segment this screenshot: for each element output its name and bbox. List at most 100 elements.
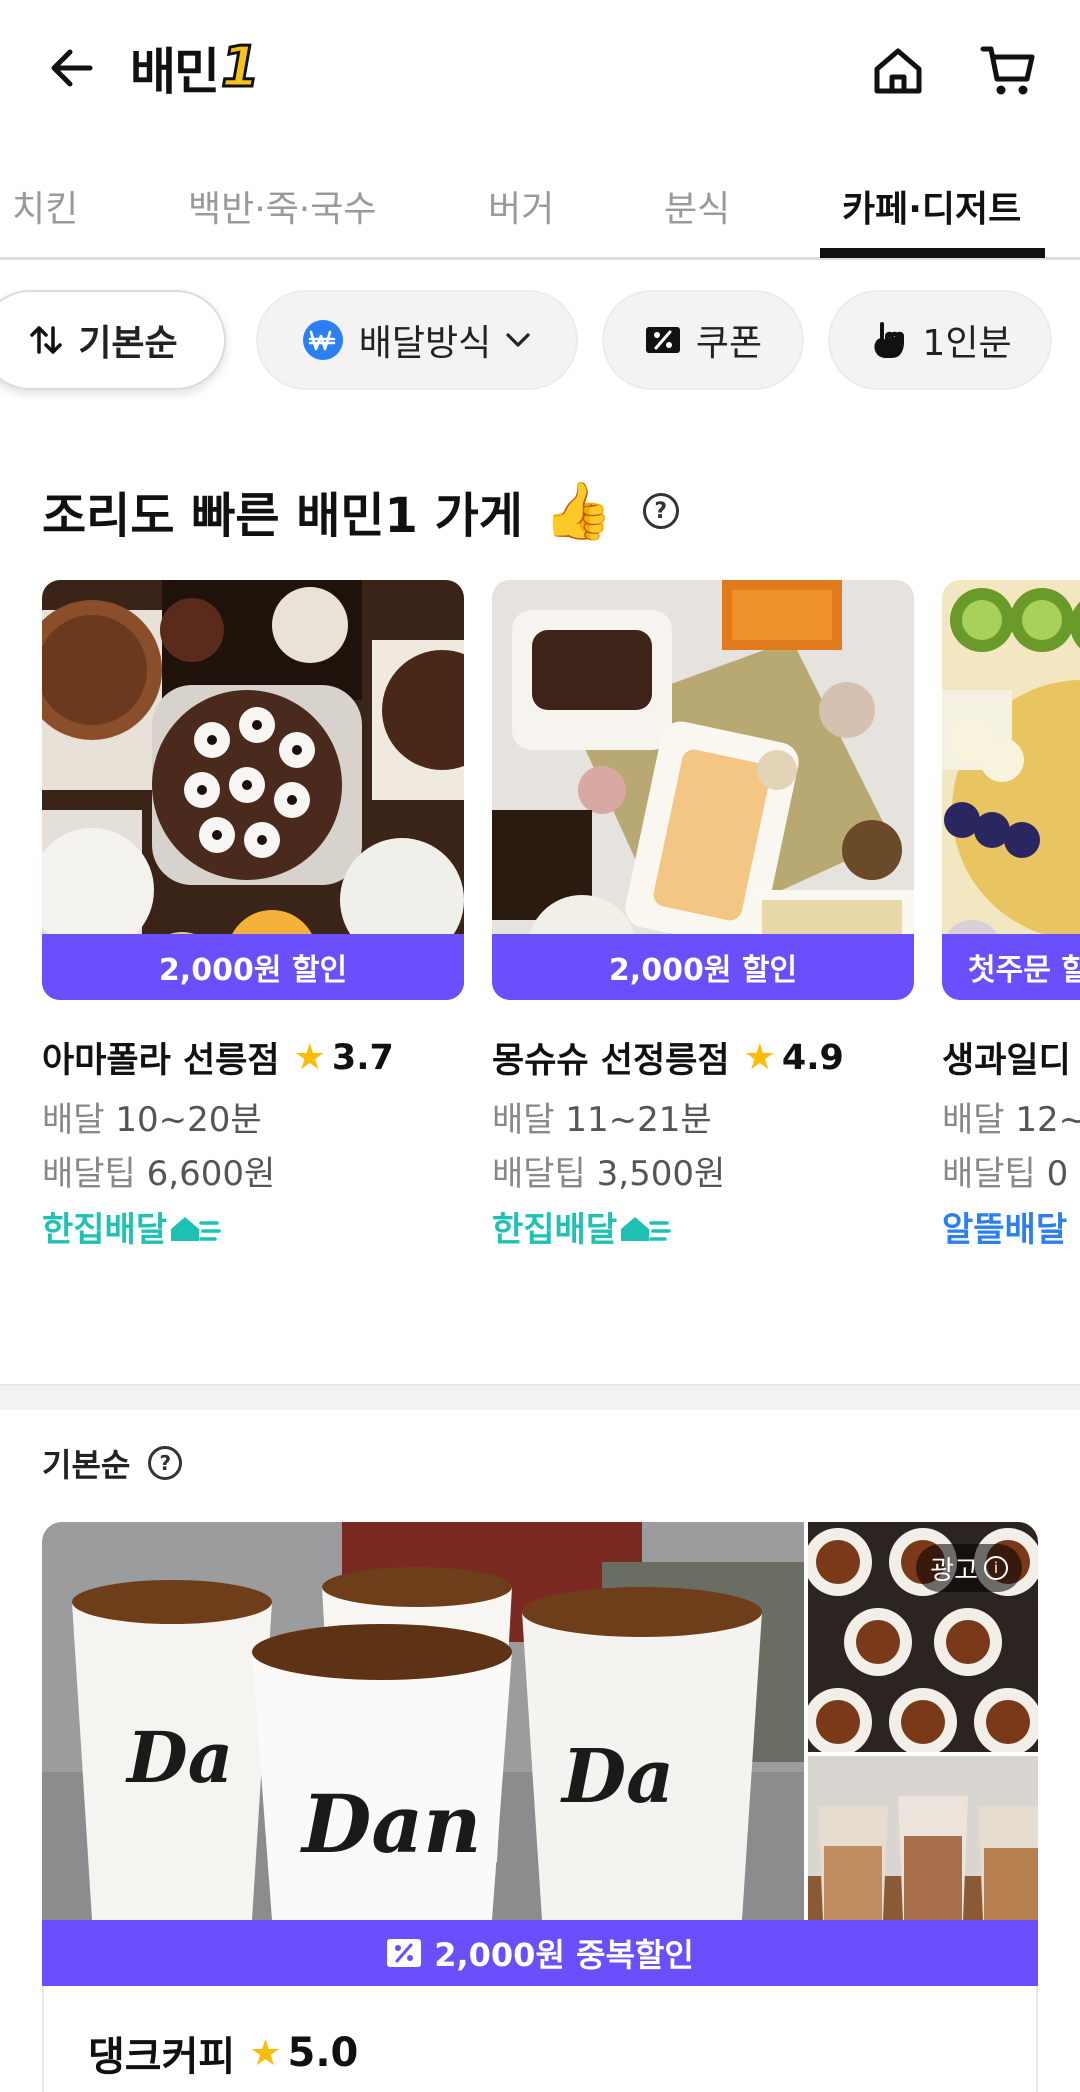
home-icon bbox=[874, 48, 922, 94]
discount-banner: 2,000원 할인 bbox=[492, 934, 914, 1000]
basic-section-title-text: 기본순 bbox=[42, 1446, 131, 1484]
speed-house-icon bbox=[171, 1216, 221, 1241]
hanjip-delivery-tag: 한집배달 bbox=[42, 1202, 221, 1251]
store-name: 생과일디 bbox=[942, 1041, 1071, 1081]
tab-korean-meal[interactable]: 백반·죽·국수 bbox=[188, 180, 377, 232]
ad-badge[interactable]: 광고 i bbox=[916, 1544, 1022, 1592]
thumbs-up-icon: 👍 bbox=[542, 479, 613, 544]
store-name: 아마폴라 선릉점 bbox=[42, 1041, 280, 1081]
hanjip-delivery-tag: 한집배달 bbox=[492, 1202, 671, 1251]
store-name-row: 몽슈슈 선정릉점 ★ 4.9 bbox=[492, 1032, 844, 1083]
help-icon[interactable]: ? bbox=[642, 493, 679, 529]
info-icon: i bbox=[984, 1556, 1008, 1580]
delivery-time-label: 배달 bbox=[42, 1100, 116, 1140]
store-rating: 5.0 bbox=[287, 2030, 359, 2076]
tab-chicken[interactable]: 치킨 bbox=[12, 180, 78, 232]
delivery-tip-label: 배달팁 bbox=[942, 1154, 1047, 1194]
store-main-photo: Da Dan Da bbox=[42, 1522, 804, 1920]
star-icon: ★ bbox=[293, 1037, 326, 1078]
star-icon: ★ bbox=[743, 1037, 776, 1078]
svg-text:Da: Da bbox=[560, 1734, 674, 1820]
coupon-label: 쿠폰 bbox=[695, 323, 763, 364]
category-tabs: 치킨 백반·죽·국수 버거 분식 카페·디저트 bbox=[0, 160, 1080, 260]
single-portion-chip[interactable]: 1인분 bbox=[828, 290, 1052, 390]
delivery-tip-label: 배달팁 bbox=[492, 1154, 597, 1194]
baemin1-logo: 배민 1 bbox=[130, 34, 266, 102]
delivery-time: 10~20분 bbox=[115, 1100, 262, 1140]
sort-chip[interactable]: 기본순 bbox=[0, 290, 226, 390]
svg-text:Dan: Dan bbox=[300, 1777, 481, 1871]
delivery-tip-label: 배달팁 bbox=[42, 1154, 147, 1194]
tab-cafe-dessert[interactable]: 카페·디저트 bbox=[842, 180, 1021, 232]
delivery-tip-row: 배달팁 6,600원 bbox=[42, 1146, 275, 1195]
delivery-time: 12~ bbox=[1015, 1100, 1080, 1140]
logo-number: 1 bbox=[213, 34, 266, 102]
discount-banner: 첫주문 할 bbox=[942, 934, 1080, 1000]
delivery-time-row: 배달 12~ bbox=[942, 1092, 1080, 1141]
stackable-discount-banner: 2,000원 중복할인 bbox=[42, 1920, 1038, 1986]
section-divider bbox=[0, 1384, 1080, 1410]
won-icon bbox=[301, 318, 345, 362]
delivery-tip: 3,500원 bbox=[596, 1154, 726, 1194]
store-card[interactable]: 2,000원 할인 몽슈슈 선정릉점 ★ 4.9 배달 11~21분 배달팁 3… bbox=[492, 580, 914, 1250]
store-name: 댕크커피 bbox=[88, 2034, 236, 2080]
delivery-time-row: 배달 11~21분 bbox=[492, 1092, 712, 1141]
store-photo: 2,000원 할인 bbox=[42, 580, 464, 1000]
sort-label: 기본순 bbox=[78, 323, 178, 364]
altteul-delivery-tag: 알뜰배달 bbox=[942, 1210, 1068, 1250]
delivery-time-label: 배달 bbox=[492, 1100, 566, 1140]
delivery-time-label: 배달 bbox=[942, 1100, 1016, 1140]
store-name: 몽슈슈 선정릉점 bbox=[492, 1041, 730, 1081]
chevron-down-icon bbox=[503, 325, 533, 355]
coupon-icon bbox=[644, 321, 682, 359]
delivery-tip-row: 배달팁 3,500원 bbox=[492, 1146, 725, 1195]
stackable-discount-label: 2,000원 중복할인 bbox=[434, 1936, 694, 1974]
single-portion-label: 1인분 bbox=[922, 323, 1012, 364]
delivery-time: 11~21분 bbox=[565, 1100, 712, 1140]
store-rating: 3.7 bbox=[331, 1037, 394, 1078]
home-button[interactable] bbox=[866, 38, 930, 102]
store-name-row: 댕크커피 ★ 5.0 bbox=[88, 2024, 358, 2082]
store-card[interactable]: 첫주문 할 생과일디 배달 12~ 배달팁 0 알뜰배달 bbox=[942, 580, 1080, 1260]
tab-snack[interactable]: 분식 bbox=[664, 180, 730, 232]
logo-text: 배민 bbox=[130, 43, 220, 101]
speed-house-icon bbox=[621, 1216, 671, 1241]
filter-chips: 기본순 배달방식 쿠폰 1인분 bbox=[0, 290, 1080, 390]
featured-store-info: 댕크커피 ★ 5.0 bbox=[42, 1986, 1038, 2092]
store-card[interactable]: 2,000원 할인 아마폴라 선릉점 ★ 3.7 배달 10~20분 배달팁 6… bbox=[42, 580, 464, 1250]
store-rating: 4.9 bbox=[781, 1037, 844, 1078]
top-app-bar: 배민 1 bbox=[0, 0, 1080, 140]
help-icon[interactable]: ? bbox=[148, 1446, 183, 1480]
store-side-photo: 광고 i bbox=[808, 1522, 1038, 1752]
svg-text:Da: Da bbox=[125, 1716, 233, 1799]
fast-section-title-text: 조리도 빠른 배민1 가게 bbox=[42, 488, 523, 544]
tab-burger[interactable]: 버거 bbox=[488, 180, 554, 232]
store-name-row: 생과일디 bbox=[942, 1032, 1071, 1083]
delivery-tip-row: 배달팁 0 bbox=[942, 1146, 1068, 1195]
hand-one-icon bbox=[868, 320, 908, 360]
discount-banner: 2,000원 할인 bbox=[42, 934, 464, 1000]
back-arrow-icon bbox=[51, 49, 93, 87]
delivery-tip: 0 bbox=[1046, 1154, 1069, 1194]
hanjip-delivery-label: 한집배달 bbox=[42, 1210, 168, 1250]
delivery-tip: 6,600원 bbox=[146, 1154, 276, 1194]
star-icon: ★ bbox=[249, 2032, 282, 2074]
store-photo: 2,000원 할인 bbox=[492, 580, 914, 1000]
store-photo: 첫주문 할 bbox=[942, 580, 1080, 1000]
delivery-method-label: 배달방식 bbox=[358, 323, 492, 364]
delivery-method-chip[interactable]: 배달방식 bbox=[256, 290, 578, 390]
active-tab-indicator bbox=[820, 248, 1045, 258]
hanjip-delivery-label: 한집배달 bbox=[492, 1210, 618, 1250]
delivery-time-row: 배달 10~20분 bbox=[42, 1092, 262, 1141]
cart-button[interactable] bbox=[976, 38, 1040, 102]
basic-section-title: 기본순 ? bbox=[42, 1440, 183, 1486]
fast-section-title: 조리도 빠른 배민1 가게 👍 ? bbox=[42, 476, 679, 546]
coupon-icon bbox=[386, 1936, 422, 1970]
ad-label: 광고 bbox=[930, 1555, 978, 1586]
featured-store-card[interactable]: Da Dan Da 광고 i 2,000원 중복할인 댕크커피 ★ 5.0 bbox=[42, 1522, 1038, 2092]
back-button[interactable] bbox=[40, 36, 104, 100]
store-name-row: 아마폴라 선릉점 ★ 3.7 bbox=[42, 1032, 394, 1083]
coupon-chip[interactable]: 쿠폰 bbox=[602, 290, 804, 390]
cart-icon bbox=[980, 46, 1035, 95]
store-side-photo bbox=[808, 1756, 1038, 1920]
